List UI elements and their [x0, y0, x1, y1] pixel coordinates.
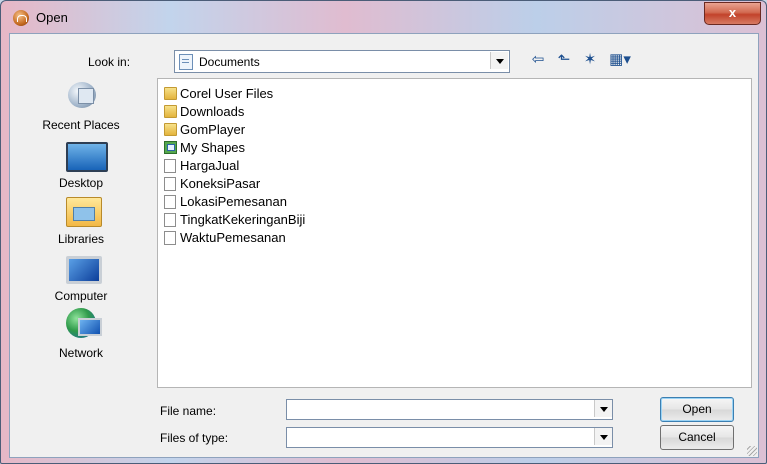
- place-label: Network: [58, 346, 103, 360]
- desktop-icon: [66, 142, 108, 172]
- open-dialog-window: Open x Look in: Documents ⇦ ⬑ ✶ ▦▾ Recen…: [0, 0, 767, 464]
- place-label: Recent Places: [42, 118, 120, 132]
- list-item-label: Corel User Files: [180, 86, 274, 101]
- new-folder-icon[interactable]: ✶: [581, 51, 599, 69]
- resize-grip-icon[interactable]: [747, 446, 757, 456]
- shapes-folder-icon: [164, 141, 177, 154]
- list-item-label: LokasiPemesanan: [180, 194, 287, 209]
- documents-folder-icon: [179, 54, 193, 70]
- file-type-select[interactable]: [286, 427, 613, 448]
- file-name-label: File name:: [160, 404, 217, 418]
- document-icon: [164, 159, 176, 173]
- place-label: Desktop: [58, 176, 104, 190]
- list-item-label: My Shapes: [180, 140, 246, 155]
- place-computer[interactable]: Computer: [16, 256, 146, 308]
- document-icon: [164, 195, 176, 209]
- file-type-label: Files of type:: [160, 431, 229, 445]
- list-item-label: Downloads: [180, 104, 245, 119]
- libraries-icon: [66, 197, 102, 227]
- network-icon: [66, 308, 102, 338]
- folder-icon: [164, 123, 177, 136]
- view-menu-icon[interactable]: ▦▾: [607, 51, 633, 69]
- place-label: Computer: [54, 289, 108, 303]
- open-button[interactable]: Open: [660, 397, 734, 422]
- place-desktop[interactable]: Desktop: [16, 142, 146, 194]
- computer-icon: [66, 256, 102, 284]
- place-label: Libraries: [57, 232, 105, 246]
- close-button[interactable]: x: [704, 2, 761, 25]
- list-item-label: WaktuPemesanan: [180, 230, 286, 245]
- place-network[interactable]: Network: [16, 308, 146, 364]
- up-folder-icon[interactable]: ⬑: [555, 51, 573, 69]
- window-title: Open: [36, 10, 68, 25]
- place-libraries[interactable]: Libraries: [16, 197, 146, 249]
- cancel-button[interactable]: Cancel: [660, 425, 734, 450]
- dialog-client-area: Look in: Documents ⇦ ⬑ ✶ ▦▾ Recent Place…: [9, 33, 759, 458]
- app-icon: [13, 10, 29, 26]
- look-in-dropdown[interactable]: Documents: [174, 50, 510, 73]
- file-list[interactable]: Corel User Files Downloads GomPlayer My …: [157, 78, 752, 388]
- look-in-label: Look in:: [88, 55, 131, 69]
- document-icon: [164, 213, 176, 227]
- list-item-label: HargaJual: [180, 158, 240, 173]
- folder-icon: [164, 87, 177, 100]
- back-arrow-icon[interactable]: ⇦: [529, 51, 547, 69]
- place-recent-places[interactable]: Recent Places: [16, 82, 146, 134]
- folder-icon: [164, 105, 177, 118]
- list-item-label: TingkatKekeringanBiji: [180, 212, 306, 227]
- title-bar[interactable]: Open x: [1, 1, 766, 33]
- document-icon: [164, 231, 176, 245]
- look-in-value: Documents: [199, 55, 260, 69]
- document-icon: [164, 177, 176, 191]
- list-item-label: KoneksiPasar: [180, 176, 261, 191]
- chevron-down-icon[interactable]: [490, 52, 508, 69]
- recent-places-icon: [68, 82, 96, 108]
- chevron-down-icon[interactable]: [594, 400, 612, 417]
- list-item-label: GomPlayer: [180, 122, 246, 137]
- chevron-down-icon[interactable]: [594, 428, 612, 445]
- file-name-field[interactable]: [286, 399, 613, 420]
